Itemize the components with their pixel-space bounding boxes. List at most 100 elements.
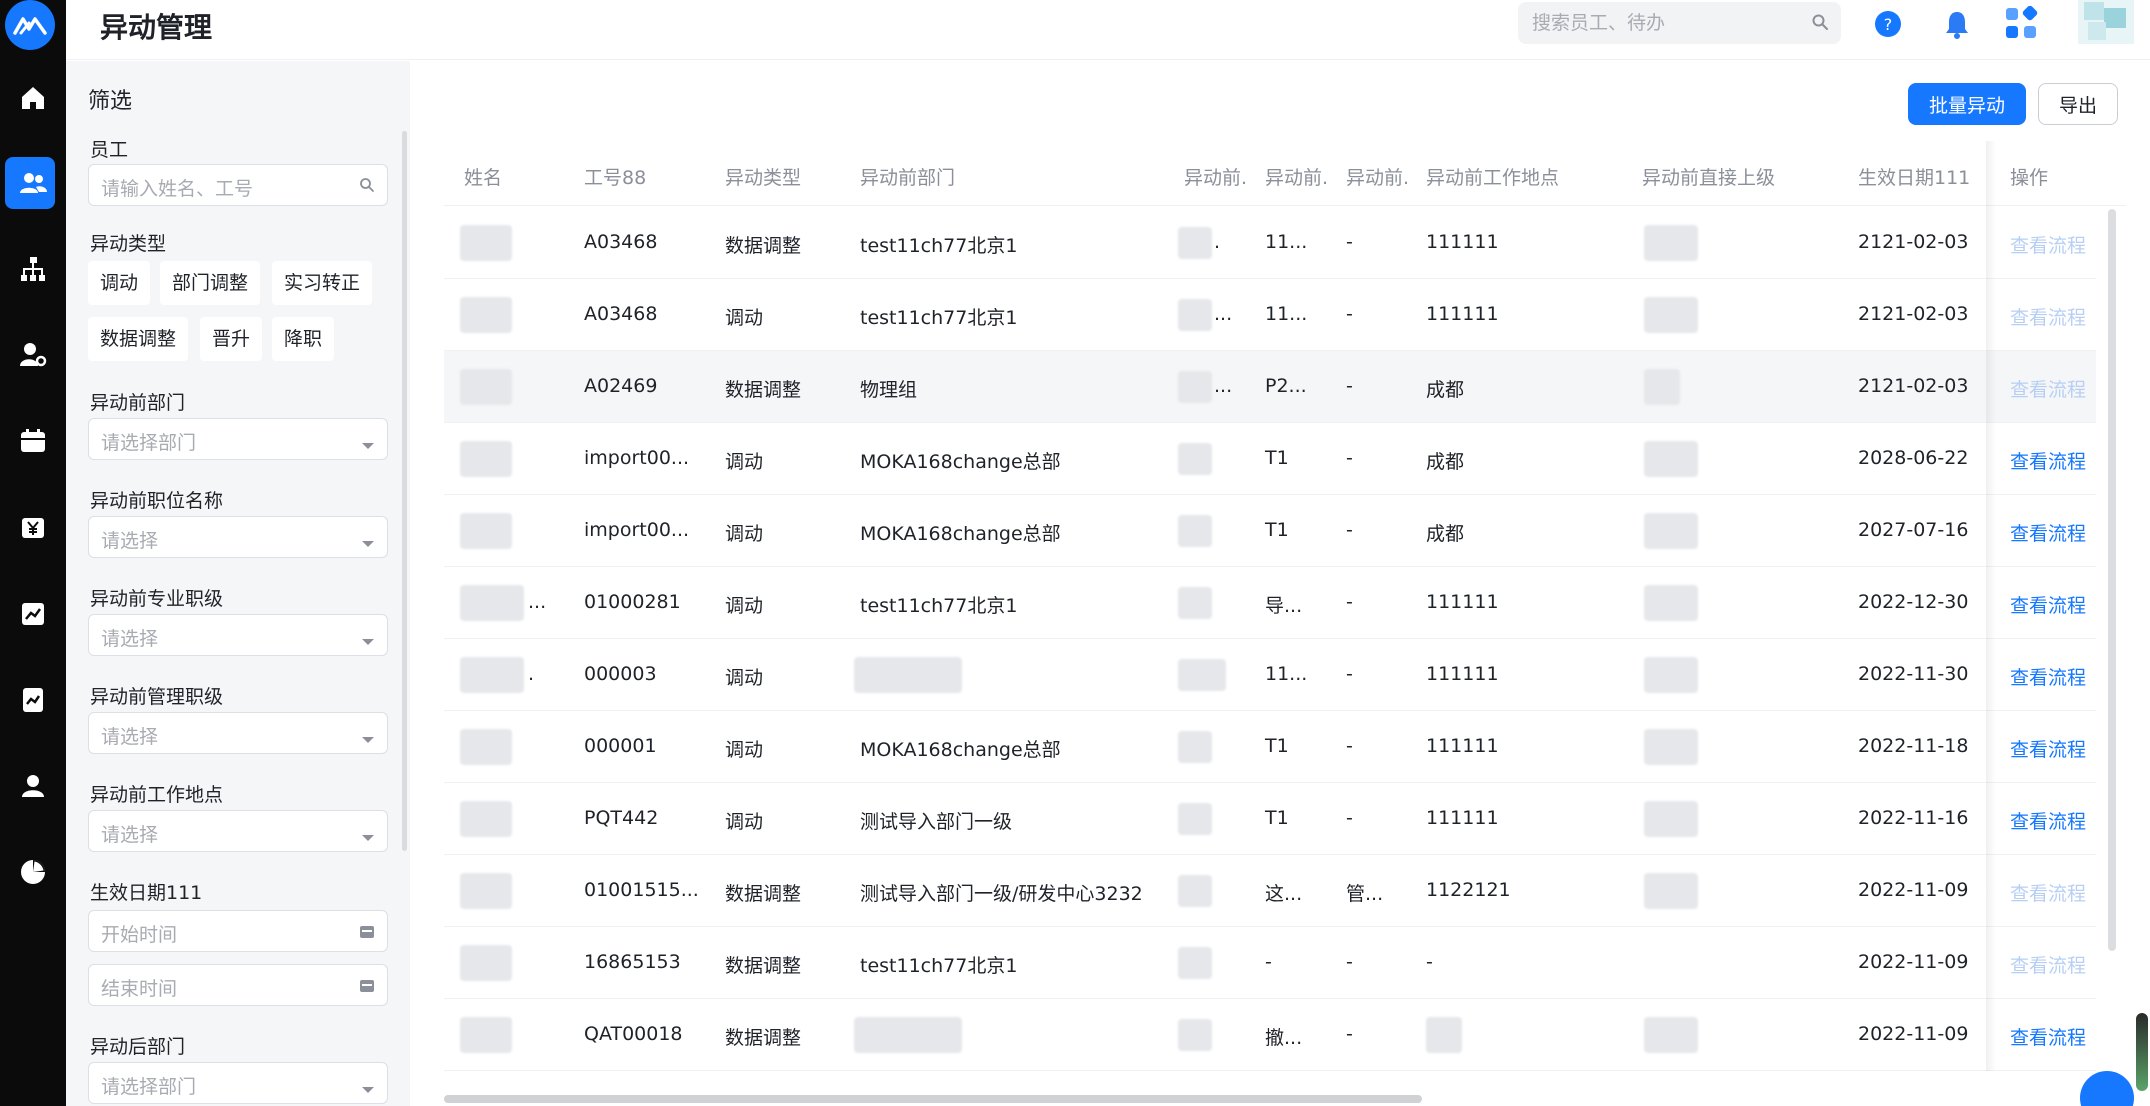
table-horizontal-scrollbar[interactable]: [444, 1095, 1422, 1103]
user-avatar[interactable]: [2078, 0, 2134, 48]
table-row[interactable]: import00... 调动 MOKA168change总部 T1 - 成都 2027-07…: [444, 495, 2096, 567]
type-chip-transfer[interactable]: 调动: [88, 261, 151, 305]
dept-before-label: 异动前部门: [90, 392, 186, 414]
location-before-label: 异动前工作地点: [90, 784, 224, 806]
view-process-link[interactable]: 查看流程: [2010, 447, 2086, 474]
location-before-cell: 111111: [1426, 591, 1499, 613]
global-search-input[interactable]: [1518, 2, 1798, 44]
pro-grade-before-placeholder: 请选择: [101, 628, 159, 650]
bell-icon[interactable]: [1942, 8, 1972, 44]
before-c-cell: -: [1346, 519, 1353, 541]
table-row[interactable]: PQT442 调动 测试导入部门一级 T1 - 111111 2022-11-16 查看流程: [444, 783, 2096, 855]
view-process-link: 查看流程: [2010, 883, 2087, 905]
type-chip-promotion[interactable]: 晋升: [200, 317, 263, 361]
col-before-b[interactable]: 异动前.: [1265, 163, 1328, 190]
location-before-cell: 111111: [1426, 735, 1499, 757]
rail-nav-item[interactable]: [0, 586, 66, 642]
table-row[interactable]: ... 01000281 调动 test11ch77北京1 导... - 111111 202…: [444, 567, 2096, 639]
col-location-before[interactable]: 异动前工作地点: [1426, 163, 1559, 190]
filter-scrollbar[interactable]: [402, 131, 407, 851]
pro-grade-before-select[interactable]: 请选择: [88, 614, 388, 656]
position-before-select[interactable]: 请选择: [88, 516, 388, 558]
col-before-c[interactable]: 异动前.: [1346, 163, 1409, 190]
search-icon[interactable]: [1811, 13, 1829, 35]
location-before-select[interactable]: 请选择: [88, 810, 388, 852]
rail-nav-item[interactable]: [0, 500, 66, 556]
table-row[interactable]: 000001 调动 MOKA168change总部 T1 - 111111 2022-11-…: [444, 711, 2096, 783]
before-c-cell: -: [1346, 375, 1353, 397]
col-actions: 操作: [2010, 167, 2049, 189]
mgmt-grade-before-select[interactable]: 请选择: [88, 712, 388, 754]
help-icon[interactable]: ?: [1874, 10, 1902, 42]
rail-nav-item[interactable]: [0, 844, 66, 900]
type-chip-intern-convert[interactable]: 实习转正: [272, 261, 373, 305]
type-chip-data-adjust[interactable]: 数据调整: [88, 317, 189, 361]
type-chip-dept-adjust[interactable]: 部门调整: [160, 261, 261, 305]
before-b-cell: 这...: [1265, 883, 1303, 905]
change-type-cell: 调动: [725, 307, 764, 329]
employee-search-input[interactable]: 请输入姓名、工号: [88, 164, 388, 206]
col-before-a[interactable]: 异动前.: [1184, 163, 1247, 190]
apps-grid-icon[interactable]: [2004, 5, 2038, 44]
col-change-type[interactable]: 异动类型: [725, 163, 801, 190]
view-process-link[interactable]: 查看流程: [2010, 735, 2086, 762]
effective-date-cell: 2121-02-03: [1858, 375, 1969, 397]
before-b-cell: 11...: [1265, 303, 1308, 325]
start-date-input[interactable]: 开始时间: [88, 910, 388, 952]
dept-before-select[interactable]: 请选择部门: [88, 418, 388, 460]
rail-nav-item[interactable]: [0, 758, 66, 814]
table-row[interactable]: 16865153 数据调整 test11ch77北京1 - - - 2022-11-09 查看…: [444, 927, 2096, 999]
rail-nav-item[interactable]: [0, 672, 66, 728]
table-row[interactable]: 01001515... 数据调整 测试导入部门一级/研发中心3232 这... 管...…: [444, 855, 2096, 927]
rail-nav-item[interactable]: [0, 413, 66, 469]
end-date-input[interactable]: 结束时间: [88, 964, 388, 1006]
floating-help-button[interactable]: [2080, 1071, 2134, 1106]
col-employee-id[interactable]: 工号88: [584, 163, 646, 190]
rail-nav-item[interactable]: [0, 155, 66, 211]
top-header: 异动管理 ?: [66, 0, 2150, 60]
view-process-link[interactable]: 查看流程: [2010, 591, 2086, 618]
col-manager-before[interactable]: 异动前直接上级: [1642, 163, 1775, 190]
effective-date-cell: 2022-11-16: [1858, 807, 1969, 829]
effective-date-cell: 2022-11-09: [1858, 951, 1969, 973]
view-process-link[interactable]: 查看流程: [2010, 807, 2086, 834]
rail-nav-item[interactable]: [0, 327, 66, 383]
table-row[interactable]: A03468 调动 test11ch77北京1... 11... - 111111 2121…: [444, 279, 2096, 351]
col-dept-before[interactable]: 异动前部门: [860, 163, 955, 190]
employee-id-cell: A03468: [584, 231, 658, 253]
type-chip-demotion[interactable]: 降职: [272, 317, 335, 361]
table-row[interactable]: A02469 数据调整 物理组... P2... - 成都 2121-02-03 查看流程: [444, 351, 2096, 423]
filter-title: 筛选: [88, 89, 133, 114]
table-vertical-scrollbar[interactable]: [2108, 209, 2116, 951]
employee-id-cell: A03468: [584, 303, 658, 325]
employee-label: 员工: [90, 139, 129, 161]
view-process-link[interactable]: 查看流程: [2010, 1023, 2086, 1050]
table-row[interactable]: import00... 调动 MOKA168change总部 T1 - 成都 2028-06…: [444, 423, 2096, 495]
app-root: 异动管理 ? 筛选 员工 请输入姓名、工号 异动类: [0, 0, 2150, 1106]
rail-nav-item[interactable]: [0, 70, 66, 126]
location-before-cell: 111111: [1426, 303, 1499, 325]
effective-date-cell: 2027-07-16: [1858, 519, 1969, 541]
table-row[interactable]: . 000003 调动 11... - 111111 2022-11-30 查看流程: [444, 639, 2096, 711]
dept-after-select[interactable]: 请选择部门: [88, 1062, 388, 1104]
before-c-cell: 管...: [1346, 883, 1384, 905]
avatar-name-redacted: [460, 225, 512, 261]
rail-nav-item[interactable]: [0, 241, 66, 297]
export-button[interactable]: 导出: [2038, 83, 2118, 125]
moka-logo-icon[interactable]: [5, 0, 55, 50]
manager-redacted: [1644, 369, 1680, 405]
location-redacted: [1426, 1017, 1462, 1053]
batch-change-button[interactable]: 批量异动: [1908, 83, 2026, 125]
dept-after-label: 异动后部门: [90, 1036, 186, 1058]
chart-trend-icon: [22, 603, 44, 625]
table-row[interactable]: A03468 数据调整 test11ch77北京1. 11... - 111111 2121…: [444, 207, 2096, 279]
col-effective-date[interactable]: 生效日期111: [1858, 163, 1970, 190]
change-type-cell: 调动: [725, 595, 764, 617]
manager-redacted: [1644, 585, 1698, 621]
global-search[interactable]: [1518, 2, 1841, 44]
table-row[interactable]: QAT00018 数据调整 撤... - 2022-11-09 查看流程: [444, 999, 2096, 1071]
col-name[interactable]: 姓名: [464, 163, 502, 190]
view-process-link[interactable]: 查看流程: [2010, 663, 2086, 690]
view-process-link[interactable]: 查看流程: [2010, 519, 2086, 546]
employee-id-cell: 01001515...: [584, 879, 699, 901]
